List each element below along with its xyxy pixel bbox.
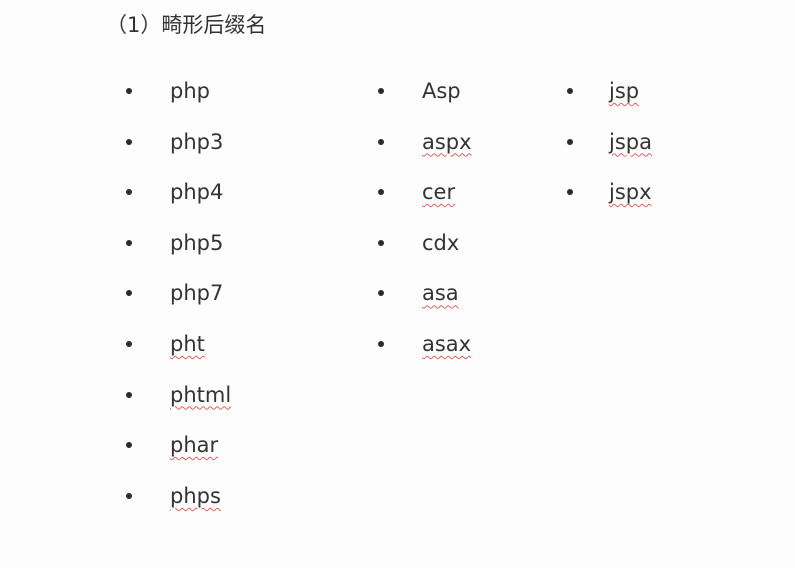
bullet-icon — [126, 239, 132, 246]
list-item-text: php7 — [170, 281, 224, 306]
bullet-icon — [378, 88, 384, 94]
list-item-text: cdx — [422, 230, 460, 255]
bullet-icon — [126, 138, 132, 145]
bullet-icon — [378, 239, 384, 246]
bullet-icon — [378, 290, 384, 297]
bullet-icon — [126, 492, 132, 499]
document-page: （1）畸形后缀名 php php3 php4 php5 php7 pht pht… — [0, 0, 795, 568]
list-item-text: asa — [422, 281, 459, 306]
bullet-icon — [378, 340, 384, 347]
list-item-text: Asp — [422, 79, 461, 103]
list-item-text: php — [170, 79, 210, 103]
list-item-text: php5 — [170, 230, 224, 255]
bullet-icon — [567, 189, 573, 196]
bullet-icon — [567, 88, 573, 94]
bullet-icon — [567, 138, 573, 145]
bullet-icon — [126, 290, 132, 297]
bullet-icon — [126, 442, 132, 449]
list-item-text: phtml — [170, 382, 232, 407]
bullet-icon — [126, 189, 132, 196]
list-item-text: php3 — [170, 129, 224, 154]
list-item-text: jspx — [609, 180, 652, 205]
list-item-text: php4 — [170, 180, 224, 205]
list-item-text: cer — [422, 180, 456, 205]
list-item-text: phar — [170, 433, 219, 458]
bullet-icon — [126, 340, 132, 347]
bullet-icon — [378, 138, 384, 145]
list-item-text: jsp — [609, 79, 640, 103]
list-item-text: phps — [170, 483, 221, 508]
bullet-icon — [126, 391, 132, 398]
bullet-icon — [378, 189, 384, 196]
bullet-icon — [126, 88, 132, 94]
list-item-text: jspa — [609, 129, 652, 154]
list-item-text: aspx — [422, 129, 472, 154]
list-item-text: pht — [170, 331, 205, 356]
section-heading: （1）畸形后缀名 — [106, 13, 267, 37]
list-item-text: asax — [422, 331, 472, 356]
